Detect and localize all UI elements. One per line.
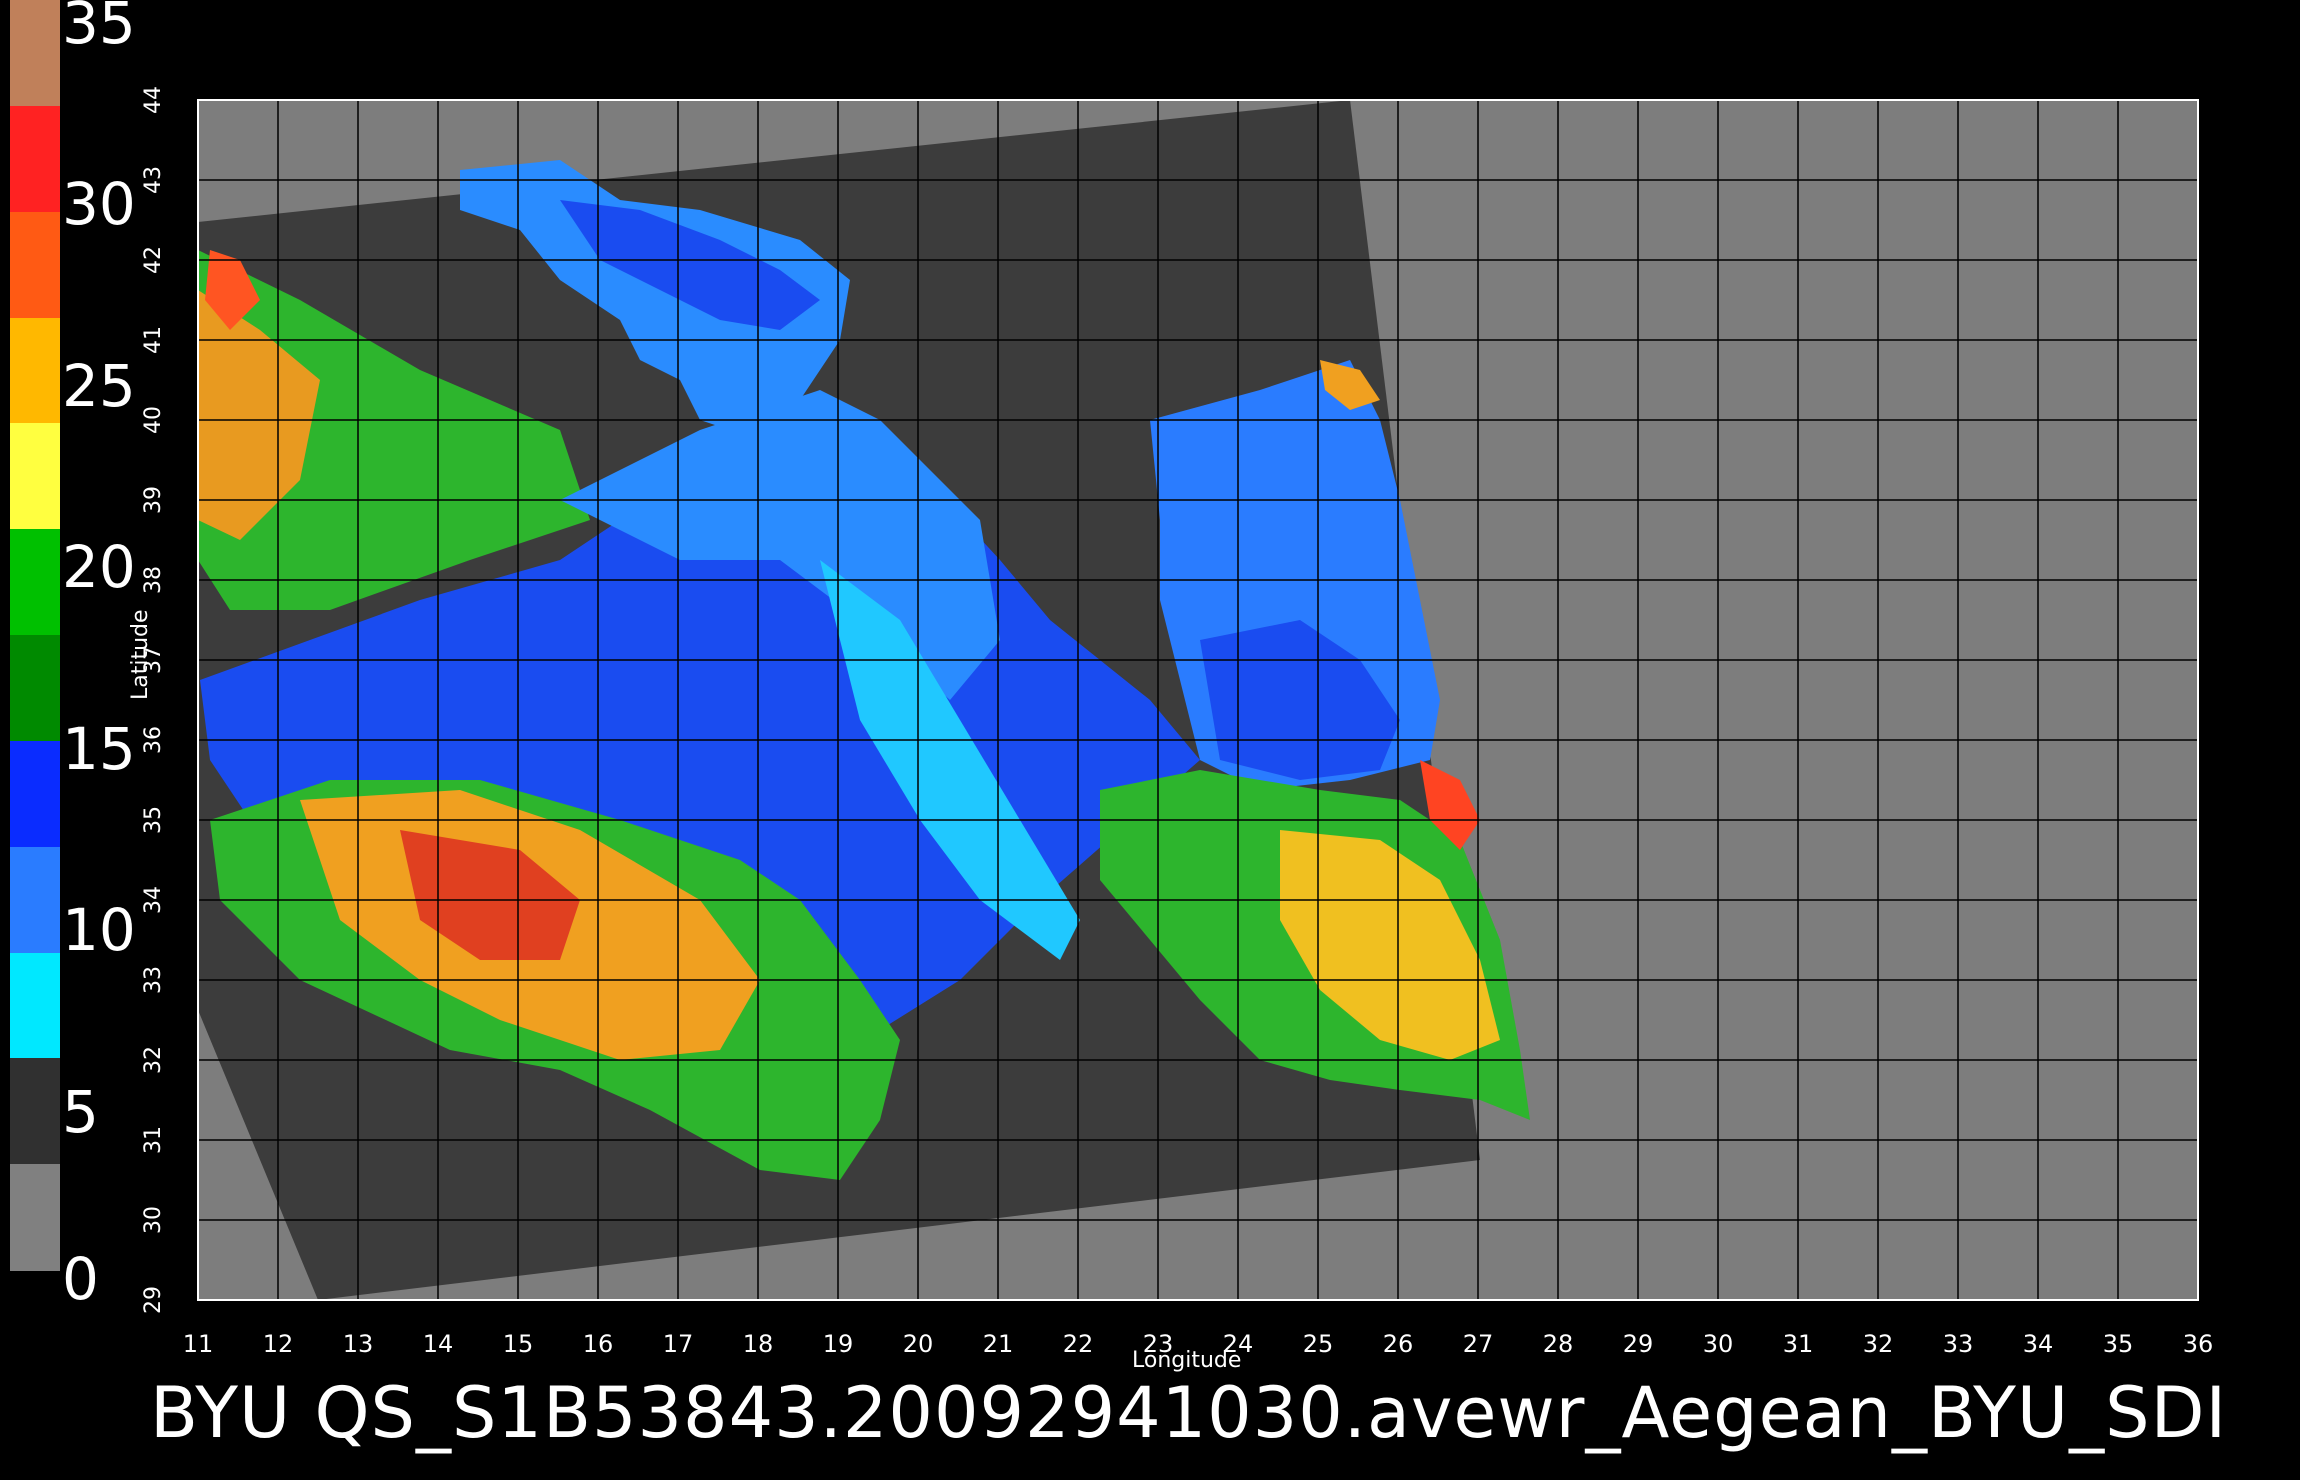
lat-tick-label: 41 [141, 326, 166, 354]
x-axis-title: Longitude [1132, 1348, 1242, 1373]
lat-tick-label: 38 [141, 566, 166, 594]
lon-tick-label: 29 [1623, 1330, 1654, 1358]
colorbar-band [10, 952, 60, 1060]
lon-tick-label: 35 [2103, 1330, 2134, 1358]
lon-tick-label: 17 [663, 1330, 694, 1358]
lon-tick-label: 34 [2023, 1330, 2054, 1358]
colorbar-label: 35 [62, 0, 136, 57]
lon-tick-label: 32 [1863, 1330, 1894, 1358]
colorbar-band [10, 635, 60, 742]
lon-tick-label: 36 [2183, 1330, 2214, 1358]
colorbar-label: 20 [62, 533, 136, 602]
lon-tick-label: 25 [1303, 1330, 1334, 1358]
lat-tick-label: 44 [141, 86, 166, 114]
lon-tick-label: 27 [1463, 1330, 1494, 1358]
lat-tick-label: 30 [141, 1206, 166, 1234]
colorbar-band [10, 846, 60, 954]
lon-tick-label: 20 [903, 1330, 934, 1358]
lon-tick-label: 30 [1703, 1330, 1734, 1358]
colorbar-label: 25 [62, 351, 136, 420]
lat-tick-label: 33 [141, 966, 166, 994]
lat-tick-label: 34 [141, 886, 166, 914]
lat-tick-label: 42 [141, 246, 166, 274]
colorbar-band [10, 1058, 60, 1166]
colorbar-label: 15 [62, 714, 136, 783]
image-caption: BYU QS_S1B53843.20092941030.avewr_Aegean… [150, 1372, 2228, 1454]
lat-tick-label: 36 [141, 726, 166, 754]
lat-tick-label: 35 [141, 806, 166, 834]
colorbar-band [10, 423, 60, 531]
y-axis-title: Latitude [128, 609, 153, 700]
lon-tick-label: 33 [1943, 1330, 1974, 1358]
lon-tick-label: 11 [183, 1330, 214, 1358]
colorbar-band [10, 317, 60, 425]
colorbar-band [10, 0, 60, 107]
lon-tick-label: 12 [263, 1330, 294, 1358]
colorbar-band [10, 105, 60, 213]
lon-tick-label: 14 [423, 1330, 454, 1358]
lon-tick-label: 18 [743, 1330, 774, 1358]
colorbar-label: 30 [62, 170, 136, 239]
wind-speed-colorbar [10, 0, 60, 1271]
colorbar-band [10, 740, 60, 848]
lat-tick-label: 32 [141, 1046, 166, 1074]
lon-tick-label: 28 [1543, 1330, 1574, 1358]
wind-map: 11 12 13 14 15 16 17 18 19 20 21 22 23 24 25 26 27 28 29 30… [141, 70, 2228, 1358]
lon-tick-label: 16 [583, 1330, 614, 1358]
colorbar-label: 5 [62, 1077, 99, 1146]
lat-tick-label: 43 [141, 166, 166, 194]
lon-tick-label: 21 [983, 1330, 1014, 1358]
lon-tick-label: 13 [343, 1330, 374, 1358]
lon-tick-label: 15 [503, 1330, 534, 1358]
colorbar-band [10, 211, 60, 319]
lat-tick-label: 31 [141, 1126, 166, 1154]
lat-tick-label: 29 [141, 1286, 166, 1314]
lon-tick-label: 19 [823, 1330, 854, 1358]
lon-tick-label: 22 [1063, 1330, 1094, 1358]
colorbar-label: 0 [62, 1245, 99, 1313]
lat-tick-label: 39 [141, 486, 166, 514]
lon-tick-label: 26 [1383, 1330, 1414, 1358]
colorbar-band [10, 529, 60, 636]
colorbar-band [10, 1164, 60, 1271]
colorbar-label: 10 [62, 896, 136, 965]
lon-tick-label: 31 [1783, 1330, 1814, 1358]
lat-tick-label: 40 [141, 406, 166, 434]
